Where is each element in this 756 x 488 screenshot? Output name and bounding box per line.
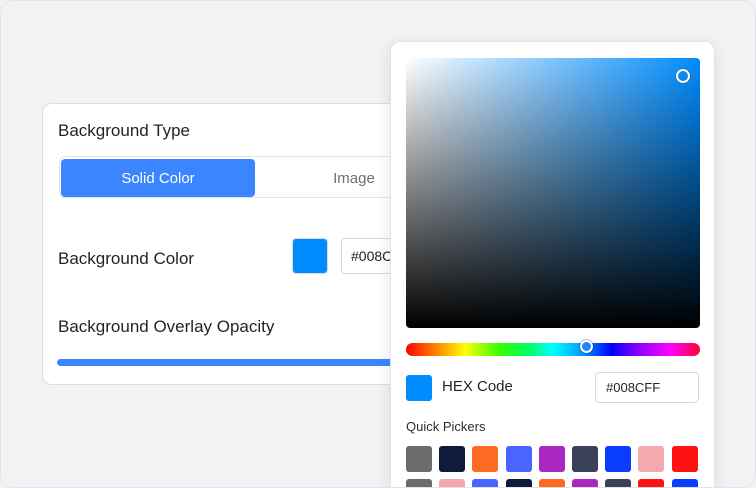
quick-picker-swatch[interactable] — [672, 446, 698, 472]
quick-picker-swatch[interactable] — [605, 479, 631, 487]
hue-slider[interactable] — [406, 343, 700, 356]
current-color-swatch — [406, 375, 432, 401]
quick-picker-swatch[interactable] — [506, 479, 532, 487]
quick-picker-swatch[interactable] — [638, 479, 664, 487]
hex-code-label: HEX Code — [442, 378, 513, 395]
quick-pickers-grid — [406, 446, 706, 487]
quick-picker-swatch[interactable] — [572, 446, 598, 472]
quick-picker-swatch[interactable] — [406, 446, 432, 472]
quick-picker-swatch[interactable] — [506, 446, 532, 472]
quick-picker-swatch[interactable] — [472, 479, 498, 487]
saturation-value-area[interactable] — [406, 58, 700, 328]
saturation-value-handle[interactable] — [676, 69, 690, 83]
color-picker-popover: HEX Code Quick Pickers — [390, 41, 715, 487]
overlay-opacity-label: Background Overlay Opacity — [58, 317, 275, 336]
quick-picker-swatch[interactable] — [638, 446, 664, 472]
solid-color-tab[interactable]: Solid Color — [61, 159, 255, 197]
quick-picker-swatch[interactable] — [539, 479, 565, 487]
background-color-swatch[interactable] — [292, 238, 328, 274]
background-type-toggle: Solid Color Image — [59, 156, 419, 198]
quick-picker-swatch[interactable] — [672, 479, 698, 487]
background-type-label: Background Type — [58, 121, 190, 140]
quick-picker-swatch[interactable] — [572, 479, 598, 487]
app-frame: Background Type Solid Color Image Backgr… — [0, 0, 756, 488]
hex-code-input[interactable] — [595, 372, 699, 403]
quick-picker-swatch[interactable] — [439, 479, 465, 487]
background-settings-card: Background Type Solid Color Image Backgr… — [42, 103, 431, 385]
background-color-label: Background Color — [58, 249, 195, 268]
quick-pickers-label: Quick Pickers — [406, 419, 486, 434]
quick-picker-swatch[interactable] — [605, 446, 631, 472]
quick-picker-swatch[interactable] — [472, 446, 498, 472]
quick-picker-swatch[interactable] — [439, 446, 465, 472]
overlay-opacity-slider[interactable] — [57, 359, 427, 366]
hue-slider-handle[interactable] — [580, 340, 593, 353]
quick-picker-swatch[interactable] — [539, 446, 565, 472]
quick-picker-swatch[interactable] — [406, 479, 432, 487]
